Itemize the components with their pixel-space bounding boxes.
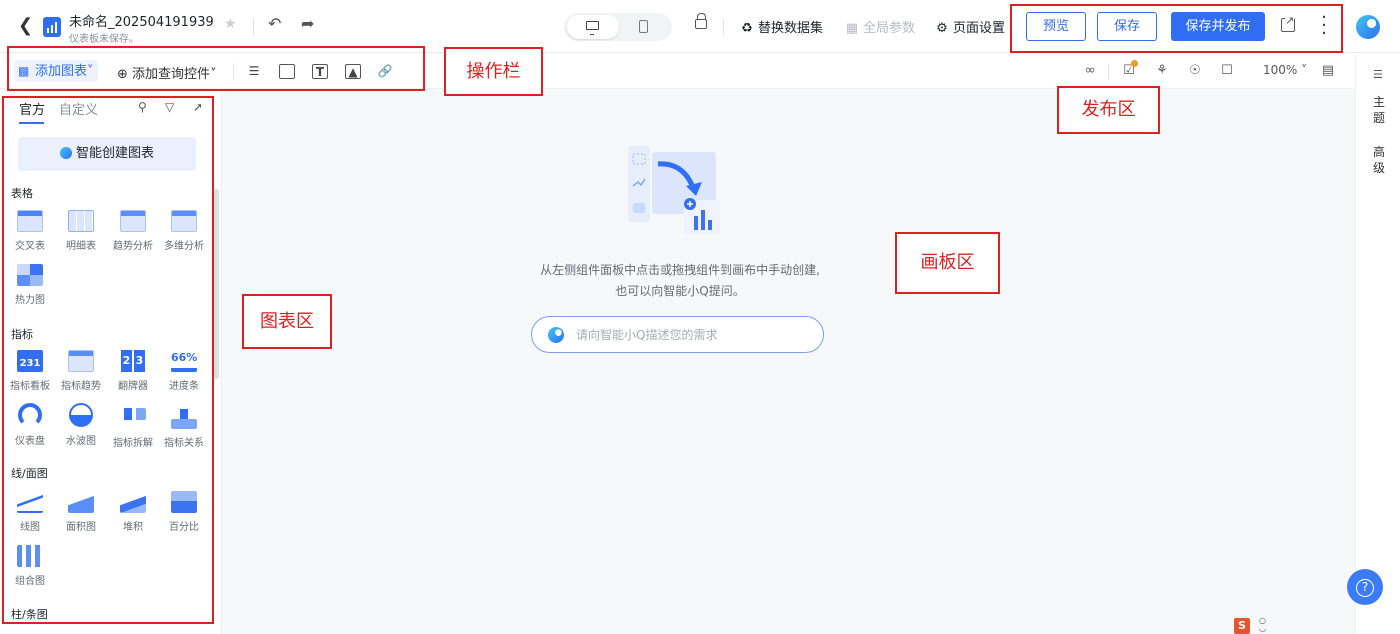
link-settings-icon[interactable]: ∞ [1081,63,1099,79]
ruler-icon[interactable]: ▤ [1319,63,1337,79]
phone-icon [639,20,648,33]
save-status: 仪表板未保存。 [69,34,139,45]
annotation-label-canvas: 画板区 [895,232,1000,294]
page-settings-label: 页面设置 [953,21,1006,36]
clean-icon[interactable]: ⚘ [1153,63,1171,79]
global-params-label: 全局参数 [863,21,916,36]
dataset-swap-icon: ♻ [741,21,753,36]
lock-icon[interactable] [695,13,707,29]
annotation-label-publish: 发布区 [1057,86,1160,134]
monitor-icon [586,21,599,35]
assistant-logo-icon [548,327,564,343]
collapse-icon[interactable]: ☰ [1373,68,1383,81]
divider [253,18,254,36]
visibility-icon[interactable]: ☉ [1186,63,1204,79]
annotation-box-toolbar [7,46,425,91]
divider [723,18,724,36]
empty-canvas-illustration [628,146,720,234]
annotation-label-toolbar: 操作栏 [444,47,543,96]
replace-dataset-button[interactable]: ♻ 替换数据集 [740,17,823,36]
annotation-box-chart [2,96,214,624]
assistant-ask-box[interactable] [531,316,824,353]
chevron-down-icon: ˅ [1297,63,1308,77]
canvas-area[interactable] [222,89,1355,634]
page-settings-button[interactable]: ⚙ 页面设置 [935,17,1005,36]
annotation-label-chart: 图表区 [242,294,332,349]
question-icon: ? [1356,579,1374,597]
desktop-view-toggle[interactable] [567,15,619,39]
dashboard-title[interactable]: 未命名_202504191939 [69,11,214,30]
device-toggle [564,13,672,41]
theme-tab[interactable]: 主题 [1373,94,1387,126]
input-method-icon: S [1234,618,1250,634]
assistant-logo-icon[interactable] [1356,15,1380,39]
replace-dataset-label: 替换数据集 [758,21,824,36]
zoom-select[interactable]: 100% ˅ [1263,63,1307,77]
annotation-box-publish [1010,4,1343,53]
checklist-icon[interactable]: ☐ [1218,63,1236,79]
input-method-status-icon: ○ ◡ [1259,616,1266,633]
mobile-view-toggle[interactable] [618,15,670,39]
undo-icon[interactable]: ↶ [268,14,281,33]
assistant-ask-input[interactable] [576,325,806,345]
redo-icon[interactable]: ➦ [301,14,314,33]
right-settings-rail: ☰ 主题 高级 [1355,54,1400,634]
notification-dot [1131,60,1138,67]
global-params-button[interactable]: ▦ 全局参数 [845,17,915,36]
empty-hint-line2: 也可以向智能小Q提问。 [615,284,745,298]
back-arrow-icon[interactable]: ❮ [18,14,34,38]
empty-hint-line1: 从左侧组件面板中点击或拖拽组件到画布中手动创建, [540,263,820,277]
star-icon[interactable]: ★ [224,16,237,32]
advanced-tab[interactable]: 高级 [1373,144,1387,176]
params-icon: ▦ [845,21,859,36]
zoom-value: 100% [1263,63,1298,77]
divider [1108,63,1109,79]
help-button[interactable]: ? [1347,569,1383,605]
panel-scrollbar[interactable] [214,189,219,379]
dashboard-logo-icon [43,17,61,37]
gear-icon: ⚙ [936,21,948,36]
